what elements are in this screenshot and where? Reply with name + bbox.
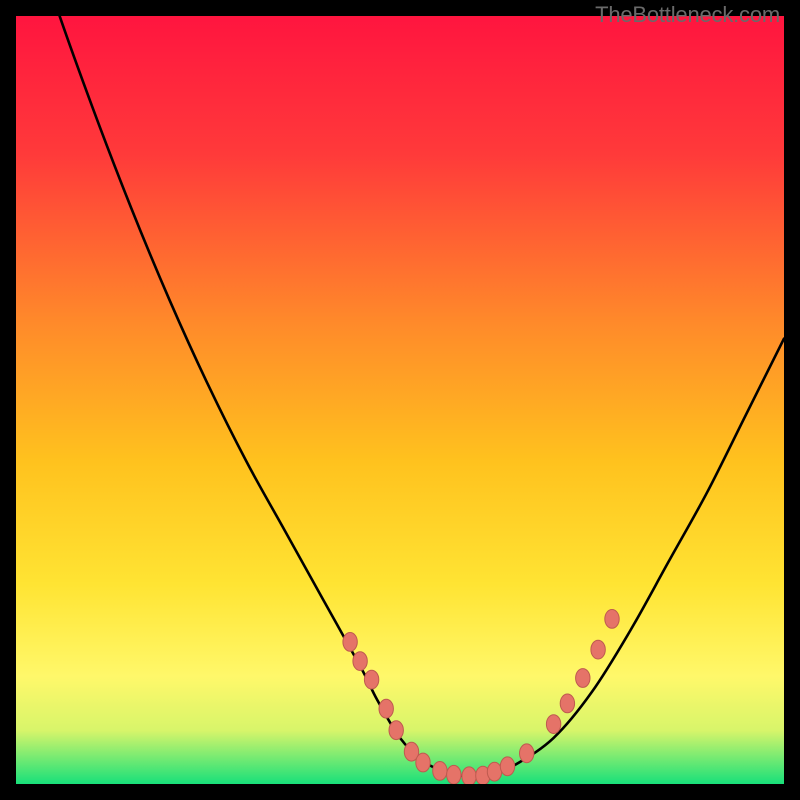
data-dot <box>433 762 447 781</box>
gradient-background <box>16 16 784 784</box>
data-dot <box>591 640 605 659</box>
chart-frame <box>16 16 784 784</box>
data-dot <box>343 633 357 652</box>
data-dot <box>364 670 378 689</box>
data-dot <box>389 721 403 740</box>
data-dot <box>416 753 430 772</box>
watermark-text: TheBottleneck.com <box>595 2 780 28</box>
data-dot <box>576 669 590 688</box>
data-dot <box>500 757 514 776</box>
data-dot <box>487 762 501 781</box>
data-dot <box>605 610 619 629</box>
data-dot <box>353 652 367 671</box>
data-dot <box>462 767 476 784</box>
data-dot <box>379 699 393 718</box>
bottleneck-plot <box>16 16 784 784</box>
data-dot <box>520 744 534 763</box>
data-dot <box>560 694 574 713</box>
data-dot <box>447 765 461 784</box>
data-dot <box>546 715 560 734</box>
